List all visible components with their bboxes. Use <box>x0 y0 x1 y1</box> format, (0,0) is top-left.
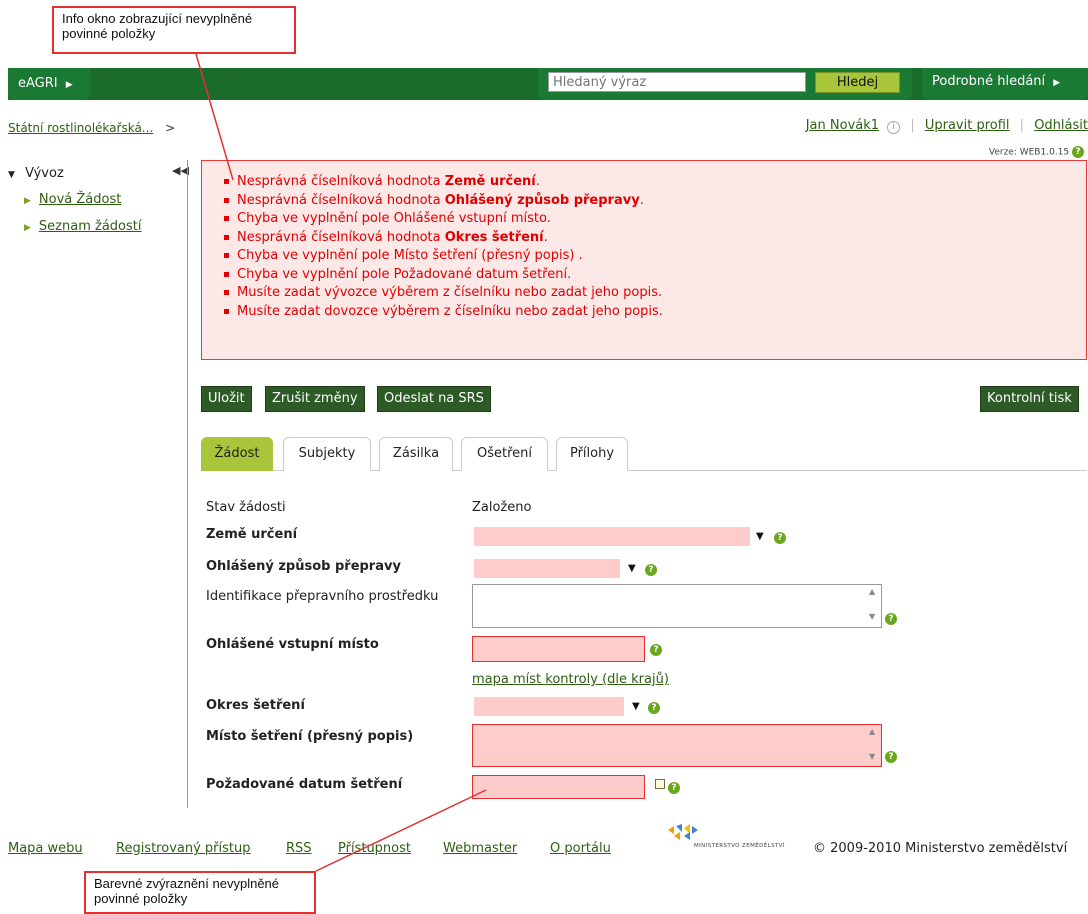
callout-line-bottom <box>315 789 487 872</box>
callout-line-top <box>195 53 234 181</box>
callout-lines <box>195 53 487 872</box>
